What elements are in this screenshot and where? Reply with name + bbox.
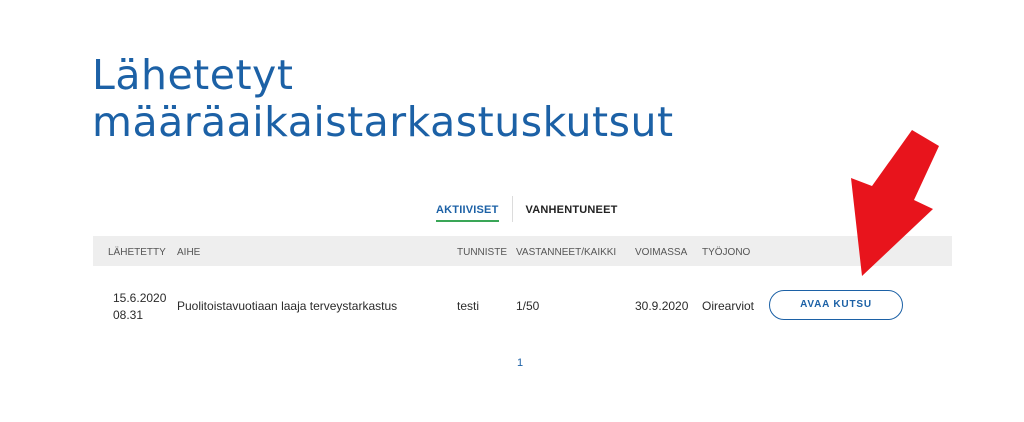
red-arrow-icon (851, 130, 939, 276)
